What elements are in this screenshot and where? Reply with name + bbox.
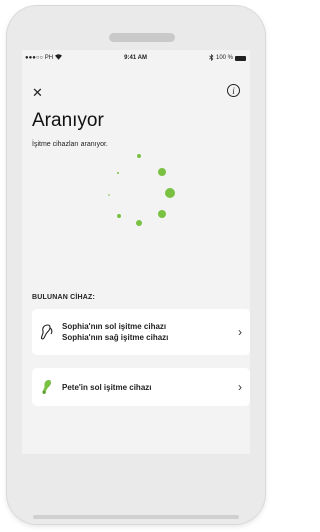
battery-percent: 100 %	[215, 55, 233, 61]
wifi-icon	[55, 54, 63, 62]
chevron-right-icon: ›	[238, 325, 242, 339]
clock: 9:41 AM	[124, 55, 147, 61]
page-subtitle: İşitme cihazları aranıyor.	[32, 141, 108, 148]
info-icon: i	[232, 85, 235, 96]
spinner-dot	[165, 188, 175, 198]
device-name-right: Sophia'nın sağ işitme cihazı	[62, 333, 169, 342]
carrier-signal: ●●●○○ PH	[25, 55, 54, 61]
hearing-aid-outline-icon	[32, 324, 62, 340]
spinner-dot	[158, 168, 166, 176]
hearing-aid-green-icon	[32, 379, 62, 395]
app-screen: ●●●○○ PH 9:41 AM 100 % ✕ i Aranıyor İşit…	[22, 50, 250, 454]
home-indicator	[33, 515, 239, 519]
device-card-text: Pete'in sol işitme cihazı	[62, 382, 230, 393]
spinner-dot	[158, 210, 166, 218]
bluetooth-icon	[209, 53, 214, 63]
spinner-dot	[137, 154, 141, 158]
spinner-dot	[108, 194, 110, 196]
device-name-left: Sophia'nın sol işitme cihazı	[62, 322, 167, 331]
device-card-pete[interactable]: Pete'in sol işitme cihazı ›	[32, 368, 250, 406]
device-name-left: Pete'in sol işitme cihazı	[62, 382, 152, 392]
close-button[interactable]: ✕	[32, 86, 43, 99]
searching-spinner	[22, 150, 250, 260]
info-button[interactable]: i	[227, 84, 240, 97]
status-bar: ●●●○○ PH 9:41 AM 100 %	[22, 50, 250, 66]
battery-icon	[235, 55, 246, 61]
phone-speaker	[109, 33, 175, 42]
device-card-sophia[interactable]: Sophia'nın sol işitme cihazı Sophia'nın …	[32, 309, 250, 355]
spinner-dot	[136, 220, 142, 226]
found-devices-label: BULUNAN CİHAZ:	[32, 294, 96, 301]
page-title: Aranıyor	[32, 110, 104, 131]
device-card-text: Sophia'nın sol işitme cihazı Sophia'nın …	[62, 321, 230, 343]
spinner-dot	[117, 214, 121, 218]
chevron-right-icon: ›	[238, 380, 242, 394]
spinner-dot	[117, 172, 119, 174]
